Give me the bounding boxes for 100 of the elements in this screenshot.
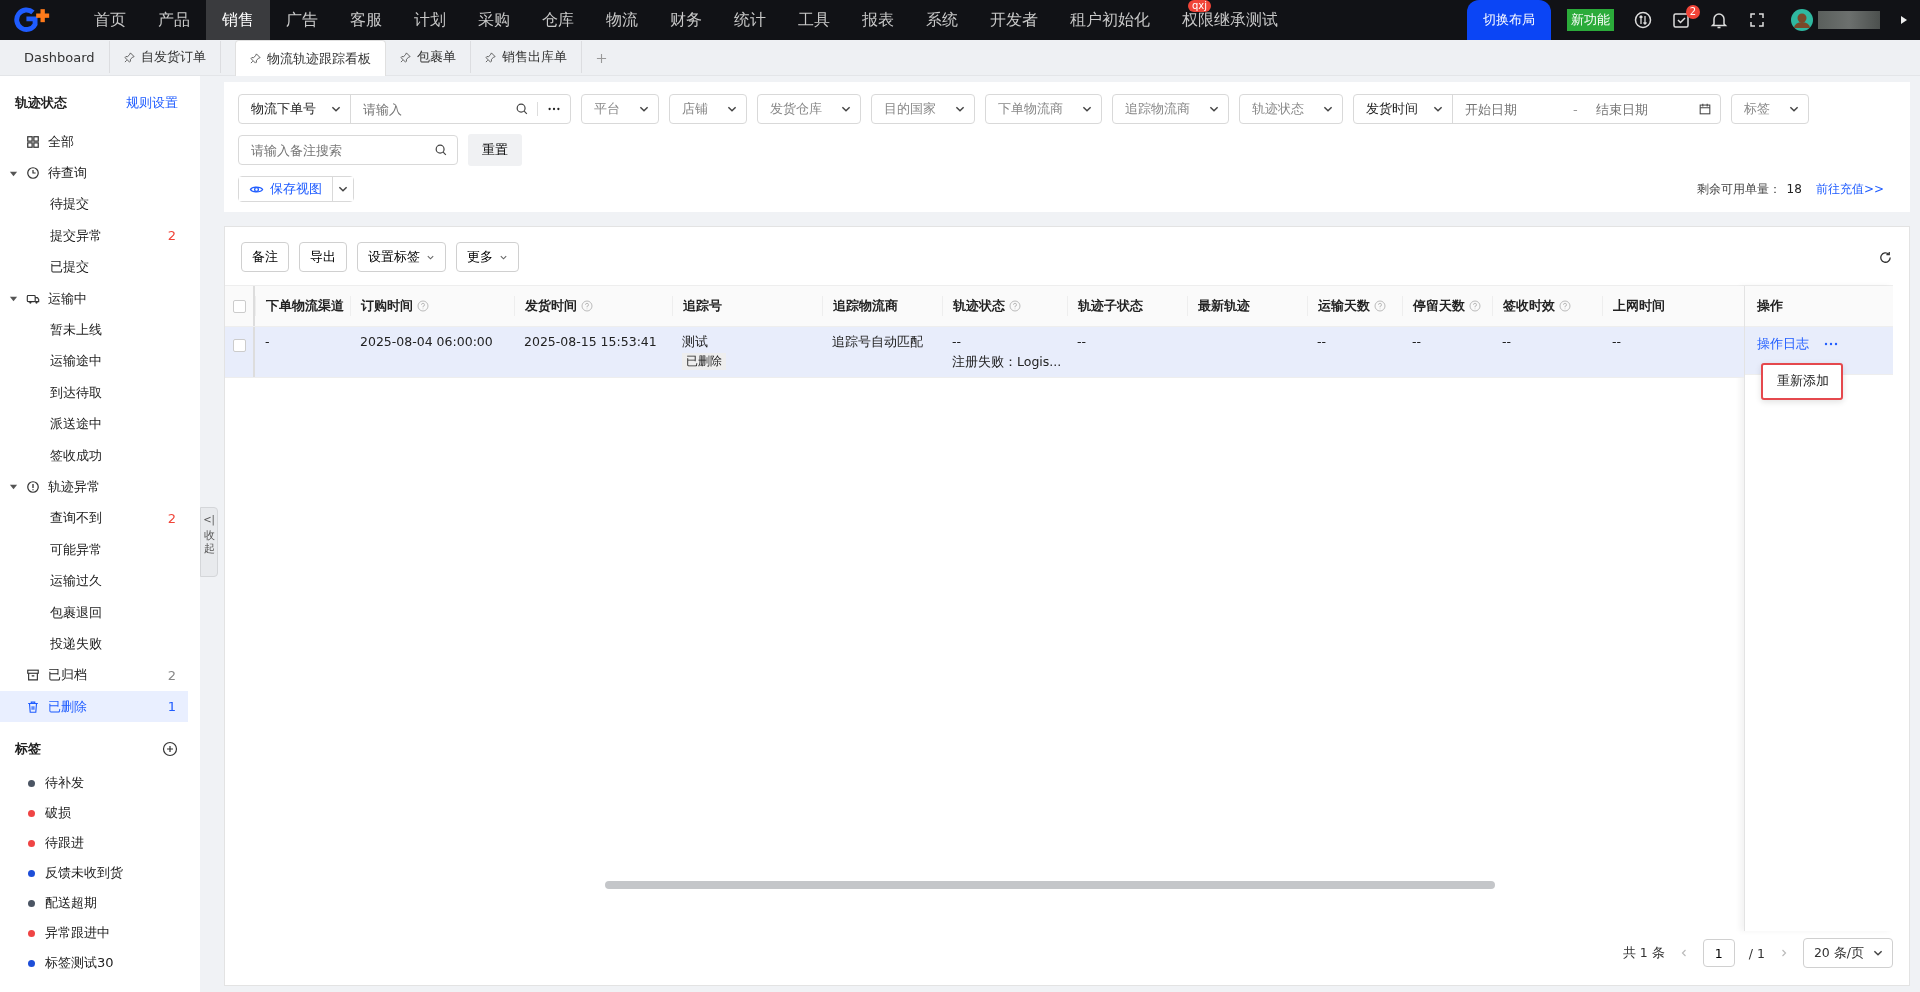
blurred-username: [1818, 11, 1880, 29]
status-item[interactable]: 运输过久: [0, 565, 188, 597]
status-item[interactable]: 运输途中: [0, 345, 188, 378]
status-item[interactable]: 运输中: [0, 282, 188, 315]
status-item[interactable]: 包裹退回: [0, 596, 188, 629]
fullscreen-icon[interactable]: [1747, 10, 1767, 30]
collapse-sidebar-button[interactable]: <| 收起: [200, 507, 218, 577]
task-icon[interactable]: [1671, 10, 1691, 30]
collapse-arrow-icon[interactable]: [8, 294, 18, 304]
column-header: 追踪号: [672, 296, 822, 316]
row-checkbox[interactable]: [232, 339, 246, 352]
add-icon[interactable]: [162, 741, 178, 758]
caret-icon[interactable]: [1900, 15, 1908, 25]
nav-menu-item[interactable]: 采购: [462, 0, 526, 40]
page-tab[interactable]: 销售出库单: [470, 41, 582, 73]
save-view-button[interactable]: 保存视图: [239, 177, 333, 201]
nav-menu-item[interactable]: 开发者: [974, 0, 1054, 40]
refresh-icon[interactable]: [1878, 249, 1893, 265]
column-header: 停留天数: [1402, 296, 1492, 316]
tag-select[interactable]: 标签: [1730, 94, 1809, 124]
date-range-field[interactable]: 发货时间 开始日期 - 结束日期: [1353, 94, 1721, 124]
search-icon[interactable]: [515, 102, 529, 116]
reset-button[interactable]: 重置: [468, 134, 522, 166]
status-item[interactable]: 已删除 1: [0, 691, 188, 723]
bell-icon[interactable]: [1709, 10, 1729, 30]
nav-menu-item[interactable]: 权限继承测试 qxj: [1166, 0, 1294, 40]
operation-log-link[interactable]: 操作日志: [1757, 335, 1809, 353]
avatar-icon[interactable]: [1790, 8, 1814, 32]
note-search-field[interactable]: 请输入备注搜索: [238, 135, 458, 165]
sort-icon[interactable]: [1633, 10, 1653, 30]
page-tab[interactable]: 自发货订单: [109, 41, 221, 73]
nav-menu-item[interactable]: 广告: [270, 0, 334, 40]
collapse-arrow-icon[interactable]: [8, 482, 18, 492]
nav-menu-item[interactable]: 工具: [782, 0, 846, 40]
status-item[interactable]: 已提交: [0, 251, 188, 283]
tag-item[interactable]: 待跟进: [45, 834, 84, 853]
nav-menu-item[interactable]: 首页: [78, 0, 142, 40]
search-icon[interactable]: [434, 143, 448, 157]
tag-item[interactable]: 配送超期: [45, 894, 97, 913]
table-cell: --: [1317, 333, 1327, 351]
status-item[interactable]: 待查询: [0, 157, 188, 189]
nav-menu-item[interactable]: 系统: [910, 0, 974, 40]
page-input[interactable]: 1: [1702, 939, 1735, 967]
nav-menu-item[interactable]: 统计: [718, 0, 782, 40]
table-row[interactable]: - 2025-08-04 06:00:00 2025-08-15 15:53:41 测试 已删除 追踪号自动匹配 -- 注册失败：Logis... -- -- -- -- --: [225, 327, 1744, 378]
nav-menu-item[interactable]: 租户初始化: [1054, 0, 1166, 40]
toolbar-button[interactable]: 更多: [456, 242, 519, 272]
filter-select[interactable]: 店铺: [669, 94, 747, 124]
nav-menu-item[interactable]: 销售: [206, 0, 270, 40]
nav-menu-item[interactable]: 产品: [142, 0, 206, 40]
filter-select[interactable]: 轨迹状态: [1239, 94, 1343, 124]
archive-icon: [26, 668, 40, 683]
status-item[interactable]: 轨迹异常: [0, 471, 188, 503]
tag-item[interactable]: 异常跟进中: [45, 924, 110, 943]
add-tab-icon[interactable]: [595, 53, 607, 64]
switch-layout-button[interactable]: 切换布局: [1467, 0, 1551, 40]
nav-menu-item[interactable]: 报表: [846, 0, 910, 40]
status-item[interactable]: 可能异常: [0, 534, 188, 566]
item-count: 2: [167, 667, 176, 683]
column-header: 发货时间: [514, 296, 672, 316]
filter-select[interactable]: 平台: [581, 94, 659, 124]
filter-select[interactable]: 发货仓库: [757, 94, 861, 124]
nav-menu-item[interactable]: 客服: [334, 0, 398, 40]
column-header: 最新轨迹: [1187, 296, 1307, 316]
filter-select[interactable]: 下单物流商: [985, 94, 1102, 124]
status-item[interactable]: 签收成功: [0, 439, 188, 472]
recharge-link[interactable]: 前往充值>>: [1815, 180, 1884, 198]
page-tab[interactable]: Dashboard: [10, 41, 110, 73]
status-item[interactable]: 暂未上线: [0, 314, 188, 346]
search-field[interactable]: 物流下单号 请输入: [238, 94, 571, 124]
more-icon[interactable]: [1823, 341, 1839, 347]
status-item[interactable]: 已归档 2: [0, 659, 188, 692]
nav-menu-item[interactable]: 财务: [654, 0, 718, 40]
status-item[interactable]: 投递失败: [0, 628, 188, 660]
calendar-icon[interactable]: [1697, 102, 1712, 116]
toolbar-button[interactable]: 设置标签: [357, 242, 446, 272]
status-item[interactable]: 到达待取: [0, 377, 188, 409]
status-item[interactable]: 待提交: [0, 188, 188, 221]
filter-select[interactable]: 目的国家: [871, 94, 975, 124]
toolbar-button[interactable]: 备注: [241, 242, 289, 272]
status-item[interactable]: 提交异常 2: [0, 220, 188, 252]
tag-item[interactable]: 标签测试30: [45, 954, 114, 973]
rule-settings-link[interactable]: 规则设置: [126, 94, 178, 112]
tag-item[interactable]: 破损: [45, 804, 71, 823]
page-tab[interactable]: 包裹单: [385, 41, 471, 73]
nav-menu-item[interactable]: 计划: [398, 0, 462, 40]
status-item[interactable]: 派送途中: [0, 408, 188, 440]
toolbar-button[interactable]: 导出: [299, 242, 347, 272]
tag-item[interactable]: 反馈未收到货: [45, 864, 123, 883]
status-item[interactable]: 全部: [0, 126, 188, 158]
status-item[interactable]: 查询不到 2: [0, 502, 188, 535]
menu-item[interactable]: 重新添加: [1763, 369, 1841, 394]
select-all-checkbox[interactable]: [232, 299, 246, 313]
page-size-select[interactable]: 20 条/页: [1802, 938, 1893, 968]
nav-menu-item[interactable]: 仓库: [526, 0, 590, 40]
table-cell: --: [1077, 333, 1087, 351]
nav-menu-item[interactable]: 物流: [590, 0, 654, 40]
tag-item[interactable]: 待补发: [45, 774, 84, 793]
filter-select[interactable]: 追踪物流商: [1112, 94, 1229, 124]
page-tab[interactable]: 物流轨迹跟踪看板: [234, 40, 386, 76]
